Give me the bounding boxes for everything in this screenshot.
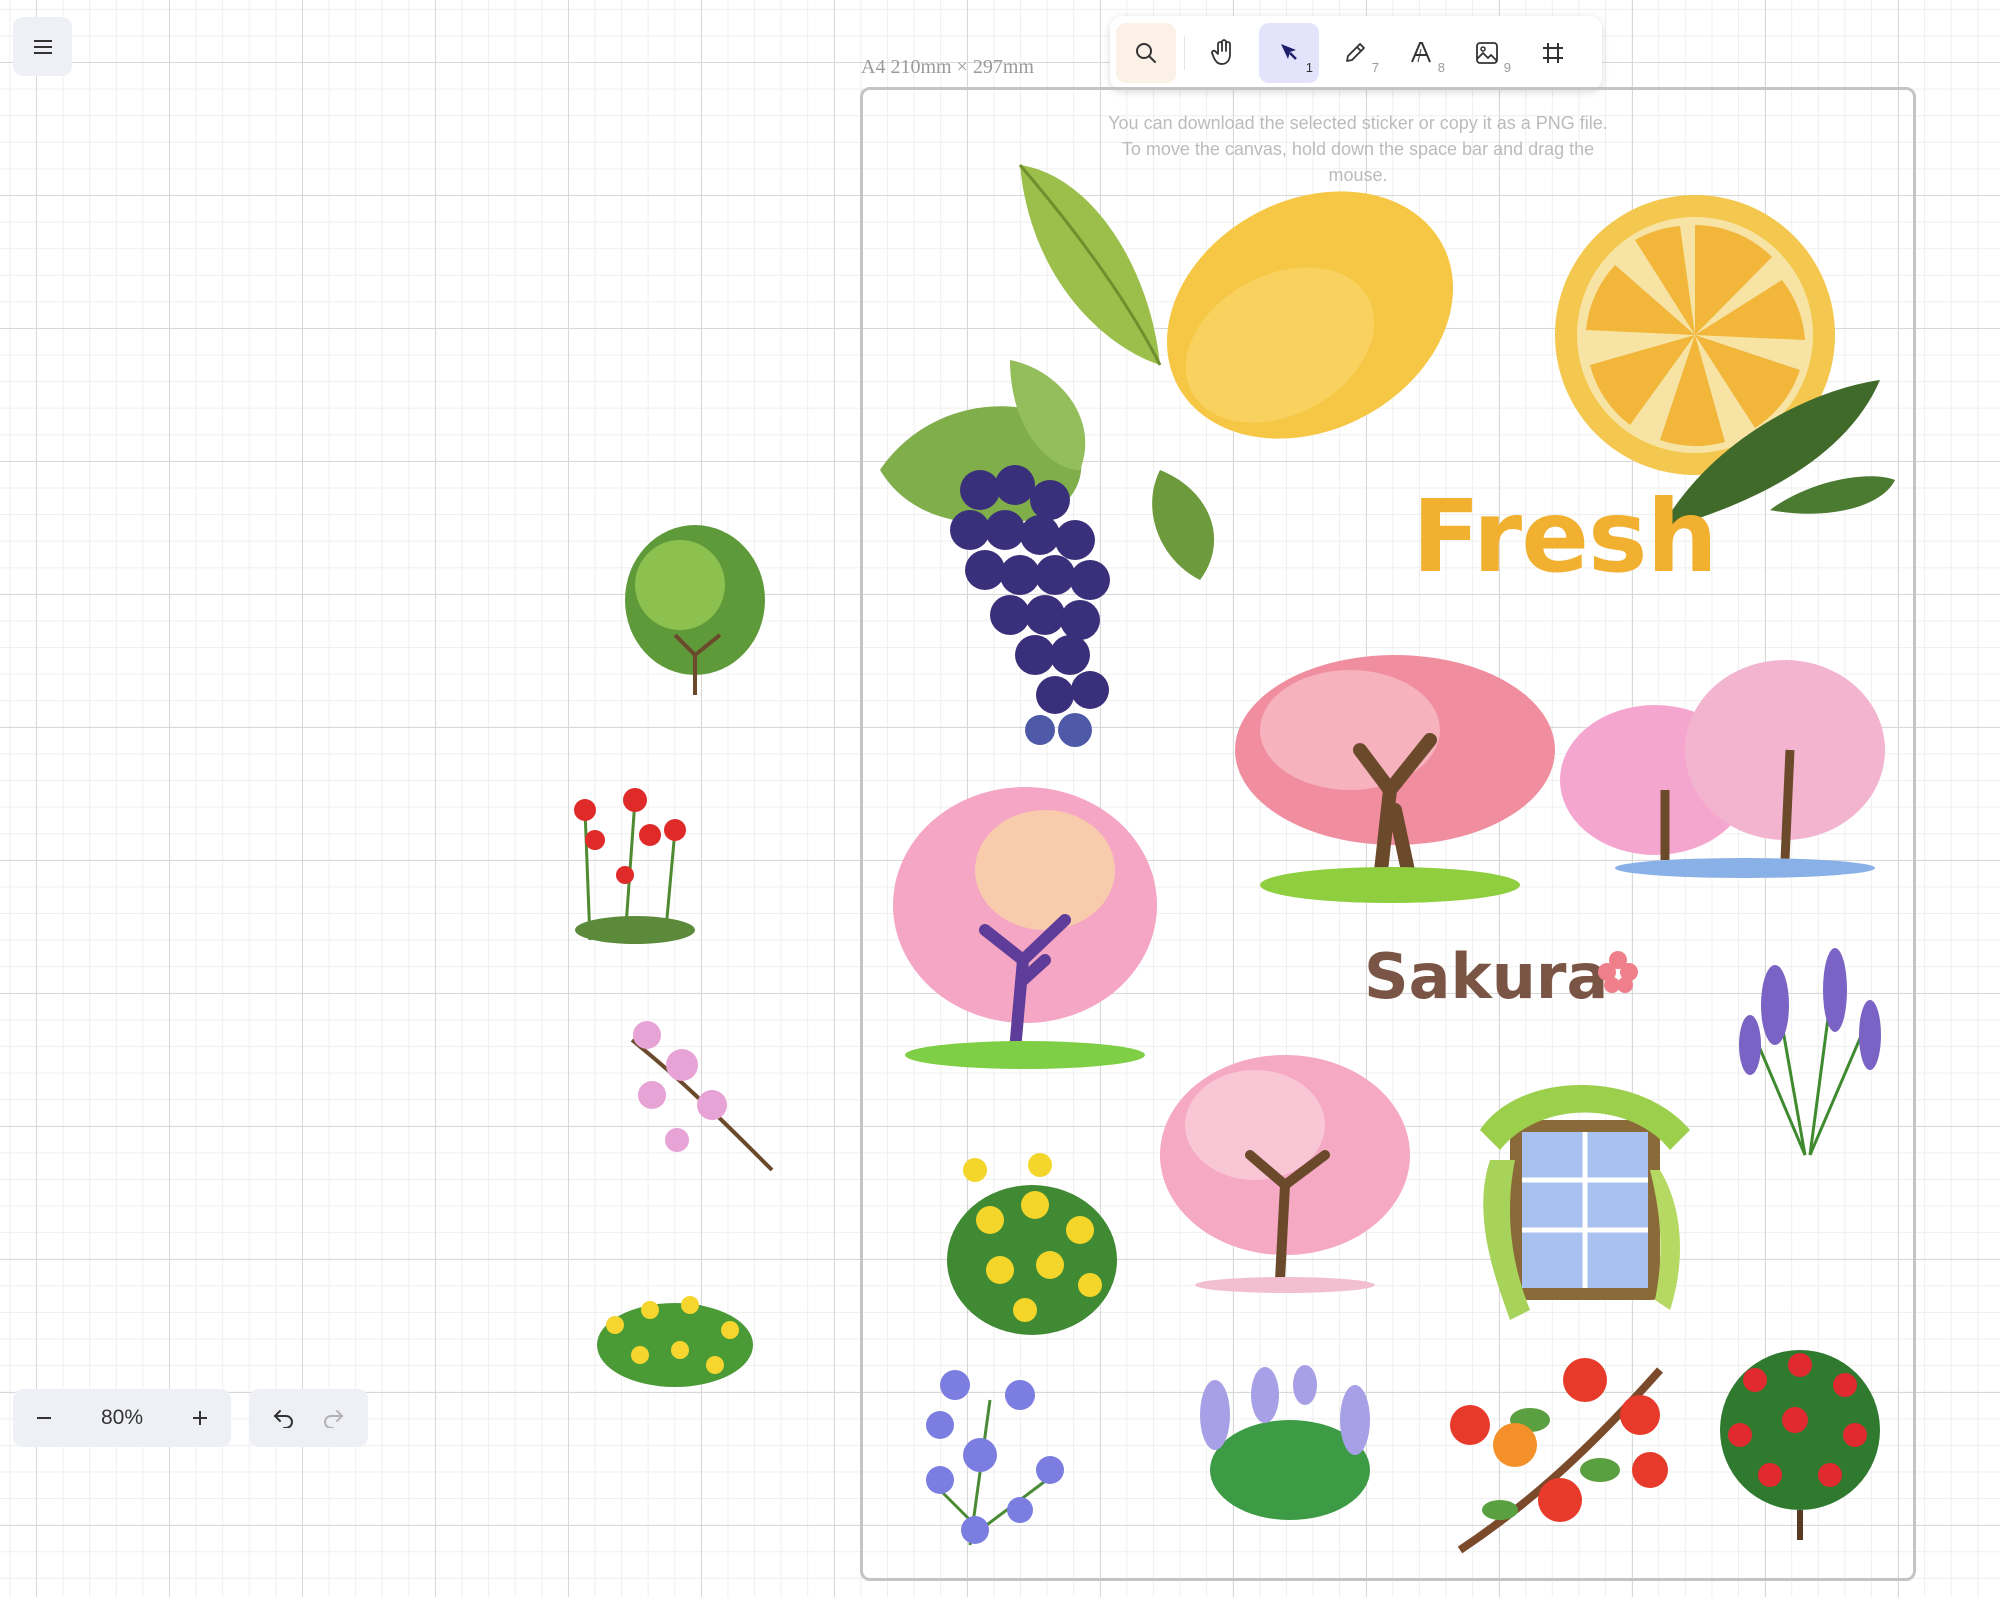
- red-poppy-sticker[interactable]: [565, 780, 705, 945]
- search-button[interactable]: [1116, 23, 1176, 83]
- hand-icon: [1210, 39, 1236, 67]
- redo-button[interactable]: [316, 1401, 350, 1435]
- red-camellia-branch-sticker[interactable]: [1440, 1350, 1680, 1555]
- sakura-text-sticker[interactable]: Sakura: [1364, 940, 1608, 1013]
- minus-icon: [35, 1409, 53, 1427]
- image-tool-button[interactable]: 9: [1457, 23, 1517, 83]
- hamburger-icon: [32, 38, 54, 56]
- zoom-in-button[interactable]: [185, 1403, 215, 1433]
- pink-blossom-tree-sticker[interactable]: [1155, 1045, 1415, 1295]
- yellow-flower-shrub-sticker[interactable]: [595, 1285, 755, 1390]
- green-shrub-sticker[interactable]: [620, 515, 770, 700]
- image-shortcut: 9: [1503, 60, 1511, 75]
- toolbar-divider: [1184, 36, 1185, 70]
- zoom-controls: 80%: [13, 1389, 231, 1447]
- pencil-icon: [1342, 40, 1368, 66]
- text-tool-button[interactable]: 8: [1391, 23, 1451, 83]
- ivy-window-sticker[interactable]: [1470, 1070, 1700, 1330]
- undo-button[interactable]: [267, 1401, 301, 1435]
- lavender-sticker[interactable]: [1735, 945, 1885, 1160]
- pointer-icon: [1276, 40, 1302, 66]
- cherry-tree-sticker[interactable]: [1230, 650, 1560, 910]
- menu-button[interactable]: [13, 17, 72, 76]
- zoom-level[interactable]: 80%: [101, 1406, 143, 1430]
- red-flower-bouquet-sticker[interactable]: [1715, 1340, 1885, 1545]
- cherry-blossom-icon: [1598, 951, 1638, 993]
- frame-tool-button[interactable]: [1523, 23, 1583, 83]
- pink-trees-sticker[interactable]: [1555, 650, 1885, 890]
- image-icon: [1474, 40, 1500, 66]
- pen-tool-button[interactable]: 7: [1325, 23, 1385, 83]
- paper-size-label: A4 210mm × 297mm: [861, 56, 1034, 78]
- undo-icon: [272, 1408, 296, 1428]
- hand-tool-button[interactable]: [1193, 23, 1253, 83]
- pen-shortcut: 7: [1371, 60, 1379, 75]
- history-controls: [249, 1389, 368, 1447]
- yellow-flower-bush-sticker[interactable]: [940, 1150, 1125, 1340]
- select-tool-button[interactable]: 1: [1259, 23, 1319, 83]
- select-shortcut: 1: [1305, 60, 1313, 75]
- plus-icon: [191, 1409, 209, 1427]
- zoom-out-button[interactable]: [29, 1403, 59, 1433]
- toolbar: 1 7 8 9: [1110, 16, 1602, 90]
- search-icon: [1133, 40, 1159, 66]
- redo-icon: [321, 1408, 345, 1428]
- frame-icon: [1540, 40, 1566, 66]
- pink-tree-purple-trunk-sticker[interactable]: [885, 780, 1160, 1070]
- grapes-sticker[interactable]: [860, 350, 1240, 760]
- blue-flower-sticker[interactable]: [910, 1360, 1085, 1555]
- text-shortcut: 8: [1437, 60, 1445, 75]
- text-icon: [1408, 40, 1434, 66]
- pink-branch-sticker[interactable]: [622, 1020, 777, 1175]
- fresh-text-sticker[interactable]: Fresh: [1412, 478, 1718, 595]
- lavender-bush-sticker[interactable]: [1185, 1365, 1385, 1525]
